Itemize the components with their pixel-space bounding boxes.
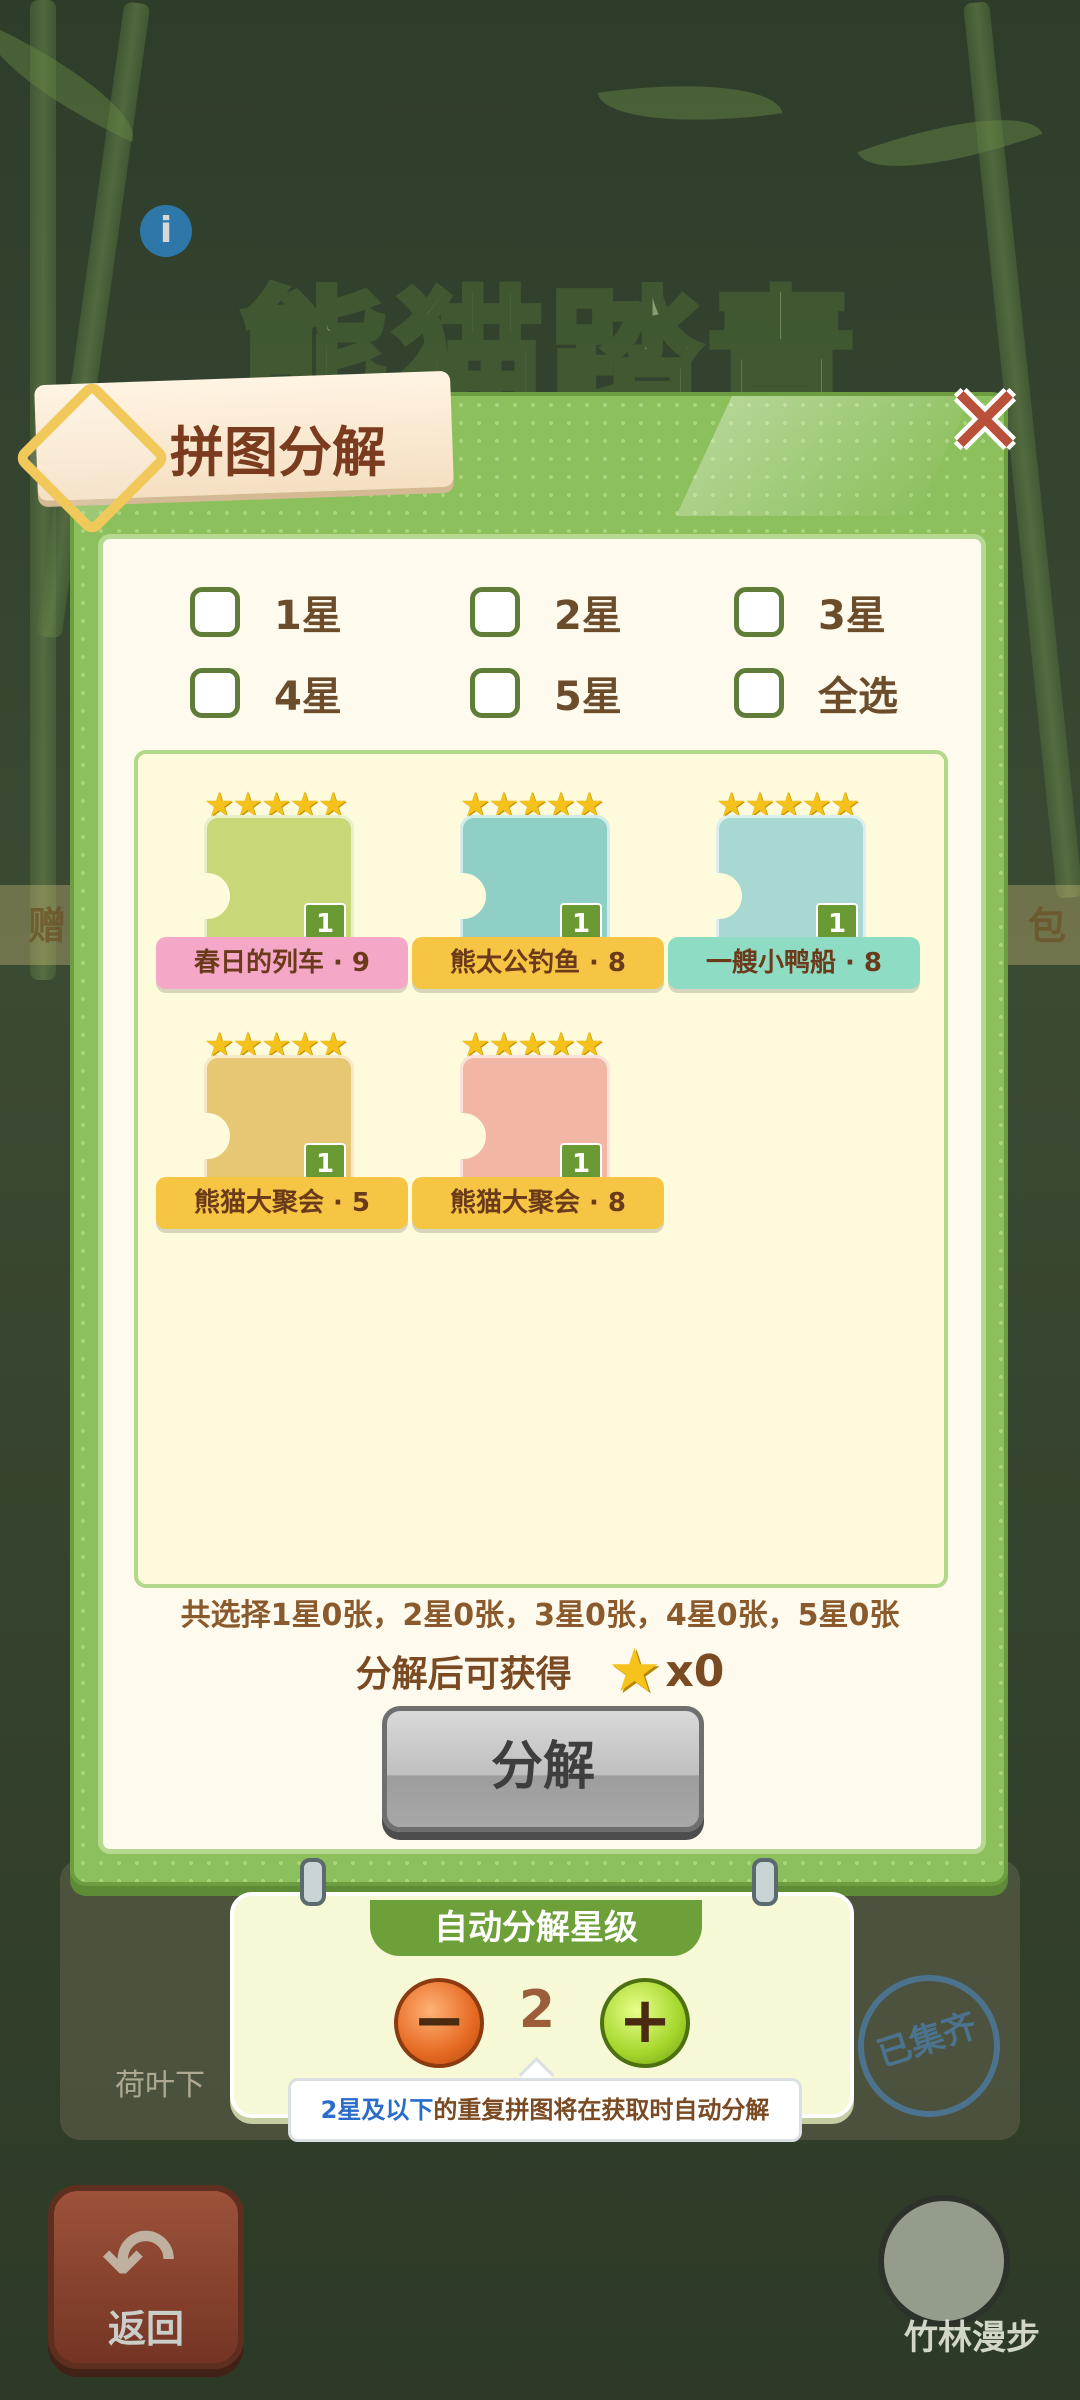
card-name-ribbon: 熊猫大聚会 · 5	[156, 1177, 408, 1229]
card-name-ribbon: 一艘小鸭船 · 8	[668, 937, 920, 989]
info-icon[interactable]: i	[140, 205, 192, 257]
card-name-ribbon: 熊太公钓鱼 · 8	[412, 937, 664, 989]
filter-label: 4星	[274, 674, 342, 720]
close-button[interactable]: ✕	[942, 365, 1028, 477]
back-arrow-icon: ↶	[102, 2209, 176, 2312]
back-button-label: 返回	[107, 2307, 184, 2351]
dialog-title: 拼图分解	[170, 421, 386, 484]
checkbox[interactable]	[190, 587, 240, 637]
puzzle-card[interactable]: ★★★★★ 1 一艘小鸭船 · 8	[668, 785, 920, 1025]
checkbox[interactable]	[734, 587, 784, 637]
checkbox[interactable]	[470, 668, 520, 718]
bg-card-label: 荷叶下	[115, 2068, 205, 2103]
checkbox[interactable]	[734, 668, 784, 718]
auto-decompose-tip: 2星及以下的重复拼图将在获取时自动分解	[288, 2078, 802, 2142]
tip-highlight: 2星及以下	[320, 2096, 434, 2124]
filter-select-all[interactable]: 全选	[734, 664, 898, 722]
checkbox[interactable]	[470, 587, 520, 637]
filter-label: 全选	[818, 674, 898, 720]
bg-banner-right-text: 包	[1027, 904, 1066, 948]
puzzle-card[interactable]: ★★★★★ 1 熊猫大聚会 · 5	[156, 1025, 408, 1265]
reward-row: 分解后可获得 ★ x0	[0, 1636, 1080, 1706]
filter-5-star[interactable]: 5星	[470, 664, 622, 722]
filter-label: 1星	[274, 593, 342, 639]
filter-label: 2星	[554, 593, 622, 639]
card-name-ribbon: 熊猫大聚会 · 8	[412, 1177, 664, 1229]
bamboo-leaf	[857, 90, 1043, 196]
filter-label: 3星	[818, 593, 886, 639]
puzzle-card[interactable]: ★★★★★ 1 春日的列车 · 9	[156, 785, 408, 1025]
selection-summary: 共选择1星0张，2星0张，3星0张，4星0张，5星0张	[180, 1598, 900, 1633]
puzzle-card[interactable]: ★★★★★ 1 熊太公钓鱼 · 8	[412, 785, 664, 1025]
panda-mascot-icon[interactable]	[878, 2195, 1010, 2327]
star-icon: ★	[607, 1636, 662, 1706]
filter-1-star[interactable]: 1星	[190, 583, 342, 641]
close-icon: ✕	[944, 365, 1026, 477]
decompose-button[interactable]: 分解	[382, 1706, 704, 1832]
star-level-value: 2	[518, 1980, 556, 2040]
back-button[interactable]: ↶ 返回	[48, 2185, 244, 2369]
bamboo-leaf	[597, 67, 783, 139]
card-name-ribbon: 春日的列车 · 9	[156, 937, 408, 989]
binder-ring	[752, 1858, 778, 1906]
decrease-level-button[interactable]: −	[394, 1978, 484, 2068]
mascot-label: 竹林漫步	[904, 2318, 1040, 2358]
checkbox[interactable]	[190, 668, 240, 718]
puzzle-card[interactable]: ★★★★★ 1 熊猫大聚会 · 8	[412, 1025, 664, 1265]
binder-ring	[300, 1858, 326, 1906]
tip-text: 的重复拼图将在获取时自动分解	[433, 2096, 770, 2124]
reward-count: x0	[665, 1645, 725, 1697]
panel-shine	[676, 396, 972, 516]
filter-2-star[interactable]: 2星	[470, 583, 622, 641]
bg-banner-left-text: 赠	[28, 904, 67, 948]
filter-label: 5星	[554, 674, 622, 720]
auto-decompose-title: 自动分解星级	[370, 1900, 702, 1956]
reward-label: 分解后可获得	[355, 1654, 572, 1695]
increase-level-button[interactable]: +	[600, 1978, 690, 2068]
filter-4-star[interactable]: 4星	[190, 664, 342, 722]
filter-3-star[interactable]: 3星	[734, 583, 886, 641]
